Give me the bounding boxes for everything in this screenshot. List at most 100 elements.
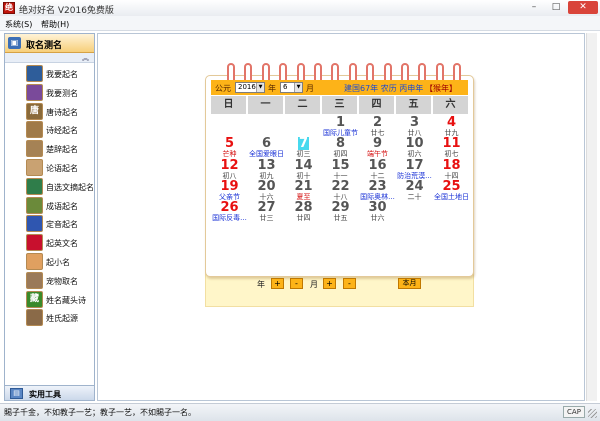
calendar-day[interactable]: 15 十一 (322, 157, 359, 180)
sidebar-item[interactable]: 起小名 (5, 252, 94, 271)
day-number: 15 (331, 157, 350, 173)
sidebar-item-label: 起小名 (46, 258, 70, 267)
calendar-day[interactable]: 25 全国土地日 (433, 180, 470, 201)
calendar-day[interactable]: 18 十四 (433, 157, 470, 180)
calendar-day[interactable]: 7 初三 (285, 137, 322, 158)
day-number: 10 (405, 136, 424, 152)
app-icon: 绝 (3, 2, 15, 14)
weekday-header: 一 (248, 96, 283, 114)
sidebar-item[interactable]: 我要起名 (5, 64, 94, 83)
year-prev-button[interactable]: - (290, 278, 303, 289)
sidebar-item[interactable]: 成语起名 (5, 196, 94, 215)
resize-grip-icon[interactable] (588, 409, 597, 418)
surname-scroll-icon (26, 309, 43, 327)
current-month-button[interactable]: 本月 (398, 278, 421, 289)
caps-lock-indicator: CAP (563, 406, 585, 418)
sidebar-item[interactable]: 起英文名 (5, 233, 94, 252)
day-number: 20 (257, 178, 276, 194)
sidebar-item-label: 宠物取名 (46, 276, 78, 286)
sidebar-header[interactable]: ▣ 取名测名 (5, 34, 94, 53)
sidebar-item-label: 诗经起名 (46, 126, 78, 136)
calendar-day[interactable]: 5 芒种 (211, 137, 248, 158)
sidebar-item[interactable]: 楚辞起名 (5, 139, 94, 158)
sidebar: ▣ 取名测名 ︽ 我要起名 我要测名唐唐诗起名诗经起名楚辞起名论语起名自选文摘起名… (4, 33, 95, 401)
sidebar-scroll-up-button[interactable]: ︽ (5, 53, 94, 63)
sidebar-item[interactable]: 姓氏起源 (5, 308, 94, 327)
month-select-value: 6 (283, 83, 288, 91)
year-select[interactable]: 2016 ▼ (235, 82, 265, 93)
year-next-button[interactable]: + (271, 278, 284, 289)
weekday-row: 日一二三四五六 (211, 96, 468, 114)
sidebar-item[interactable]: 藏姓名藏头诗 (5, 290, 94, 309)
sidebar-item[interactable]: 宠物取名 (5, 271, 94, 290)
sidebar-item[interactable]: 定音起名 (5, 214, 94, 233)
maximize-button[interactable]: □ (546, 1, 566, 14)
hidden-poem-icon: 藏 (26, 290, 43, 308)
day-number: 18 (442, 157, 461, 173)
lunar-date-label: 廿六 (370, 214, 385, 223)
calendar-day[interactable]: 20 十六 (248, 178, 285, 201)
book-stack-icon (26, 196, 43, 214)
sidebar-item[interactable]: 自选文摘起名 (5, 177, 94, 196)
month-prev-button[interactable]: - (343, 278, 356, 289)
sidebar-item[interactable]: 论语起名 (5, 158, 94, 177)
calendar-day[interactable]: 30 廿六 (359, 201, 396, 223)
calendar-day[interactable]: 11 初七 (433, 137, 470, 158)
calendar-day[interactable]: 28 廿四 (285, 201, 322, 222)
day-number: 22 (331, 178, 350, 194)
day-number: 4 (446, 115, 457, 130)
calendar-day[interactable]: 23 国际奥林... (359, 180, 396, 201)
menu-system[interactable]: 系统(S) (5, 19, 32, 30)
sidebar-item-label: 楚辞起名 (46, 145, 78, 155)
sidebar-item-label: 姓名藏头诗 (46, 295, 86, 305)
calendar-day[interactable]: 21 夏至 (285, 180, 322, 201)
sidebar-footer-label: 实用工具 (29, 390, 61, 399)
calendar-day[interactable]: 8 初四 (322, 136, 359, 158)
nav-month-label: 月 (310, 280, 318, 289)
calendar-day[interactable]: 13 初九 (248, 159, 285, 180)
baby-icon (26, 253, 43, 270)
vertical-scrollbar[interactable] (586, 33, 597, 401)
desk-calendar: 公元 2016 ▼ 年 6 ▼ 月 建国67年 农历 丙申年 【猴年】 日一二三… (205, 63, 474, 307)
calendar-day[interactable]: 29 廿五 (322, 201, 359, 222)
calendar-day[interactable]: 3 廿八 (396, 115, 433, 137)
calendar-day[interactable]: 16 十二 (359, 159, 396, 180)
calendar-day[interactable]: 22 十八 (322, 178, 359, 201)
day-number: 17 (405, 157, 424, 173)
sidebar-item-label: 自选文摘起名 (46, 182, 94, 192)
lunar-date-label: 二十 (407, 192, 422, 201)
calendar-day[interactable]: 10 初六 (396, 136, 433, 158)
calendar-day[interactable]: 19 父亲节 (211, 180, 248, 201)
lunar-date-label: 廿三 (259, 214, 274, 223)
title-bar[interactable]: 绝 绝对好名 V2016免费版 – □ ✕ (0, 0, 600, 16)
nav-year-label: 年 (257, 280, 265, 289)
calendar-day[interactable]: 26 国际反毒... (211, 201, 248, 222)
chevron-down-icon: ▼ (294, 83, 302, 92)
calendar-day[interactable]: 14 初十 (285, 159, 322, 180)
sidebar-item[interactable]: 我要测名 (5, 83, 94, 102)
calendar-day[interactable]: 6 全国爱眼日 (248, 137, 285, 158)
calendar-day[interactable]: 27 廿三 (248, 201, 285, 223)
day-number: 8 (335, 136, 346, 152)
sidebar-item[interactable]: 唐唐诗起名 (5, 102, 94, 121)
menu-help[interactable]: 帮助(H) (41, 19, 69, 30)
status-message: 賜子千金，不如教子一艺；教子一艺，不如賜子一名。 (4, 408, 196, 417)
calendar-day[interactable]: 12 初八 (211, 159, 248, 180)
calendar-day[interactable]: 9 端午节 (359, 137, 396, 158)
calendar-day[interactable]: 2 廿七 (359, 116, 396, 137)
day-number: 3 (409, 115, 420, 130)
calendar-day[interactable]: 1 国际儿童节 (322, 115, 359, 137)
blue-ball-icon (26, 215, 43, 233)
calendar-day[interactable]: 24 二十 (396, 180, 433, 201)
minimize-button[interactable]: – (524, 1, 544, 14)
month-next-button[interactable]: + (323, 278, 336, 289)
close-button[interactable]: ✕ (568, 1, 598, 14)
sidebar-item[interactable]: 诗经起名 (5, 120, 94, 139)
sidebar-footer[interactable]: ▤ 实用工具 (5, 385, 94, 400)
month-select[interactable]: 6 ▼ (280, 82, 303, 93)
calendar-grid: 1 国际儿童节 2 廿七 3 廿八 4 廿九 5 芒种 6 全国爱眼日 7 初三 8 初四 9 端午节 10 初六 11… (211, 115, 470, 256)
day-number: 1 (335, 115, 346, 130)
calendar-day[interactable]: 4 廿九 (433, 115, 470, 137)
calendar-day[interactable]: 17 防治荒漠... (396, 157, 433, 180)
person-card-icon: ▣ (8, 37, 21, 49)
